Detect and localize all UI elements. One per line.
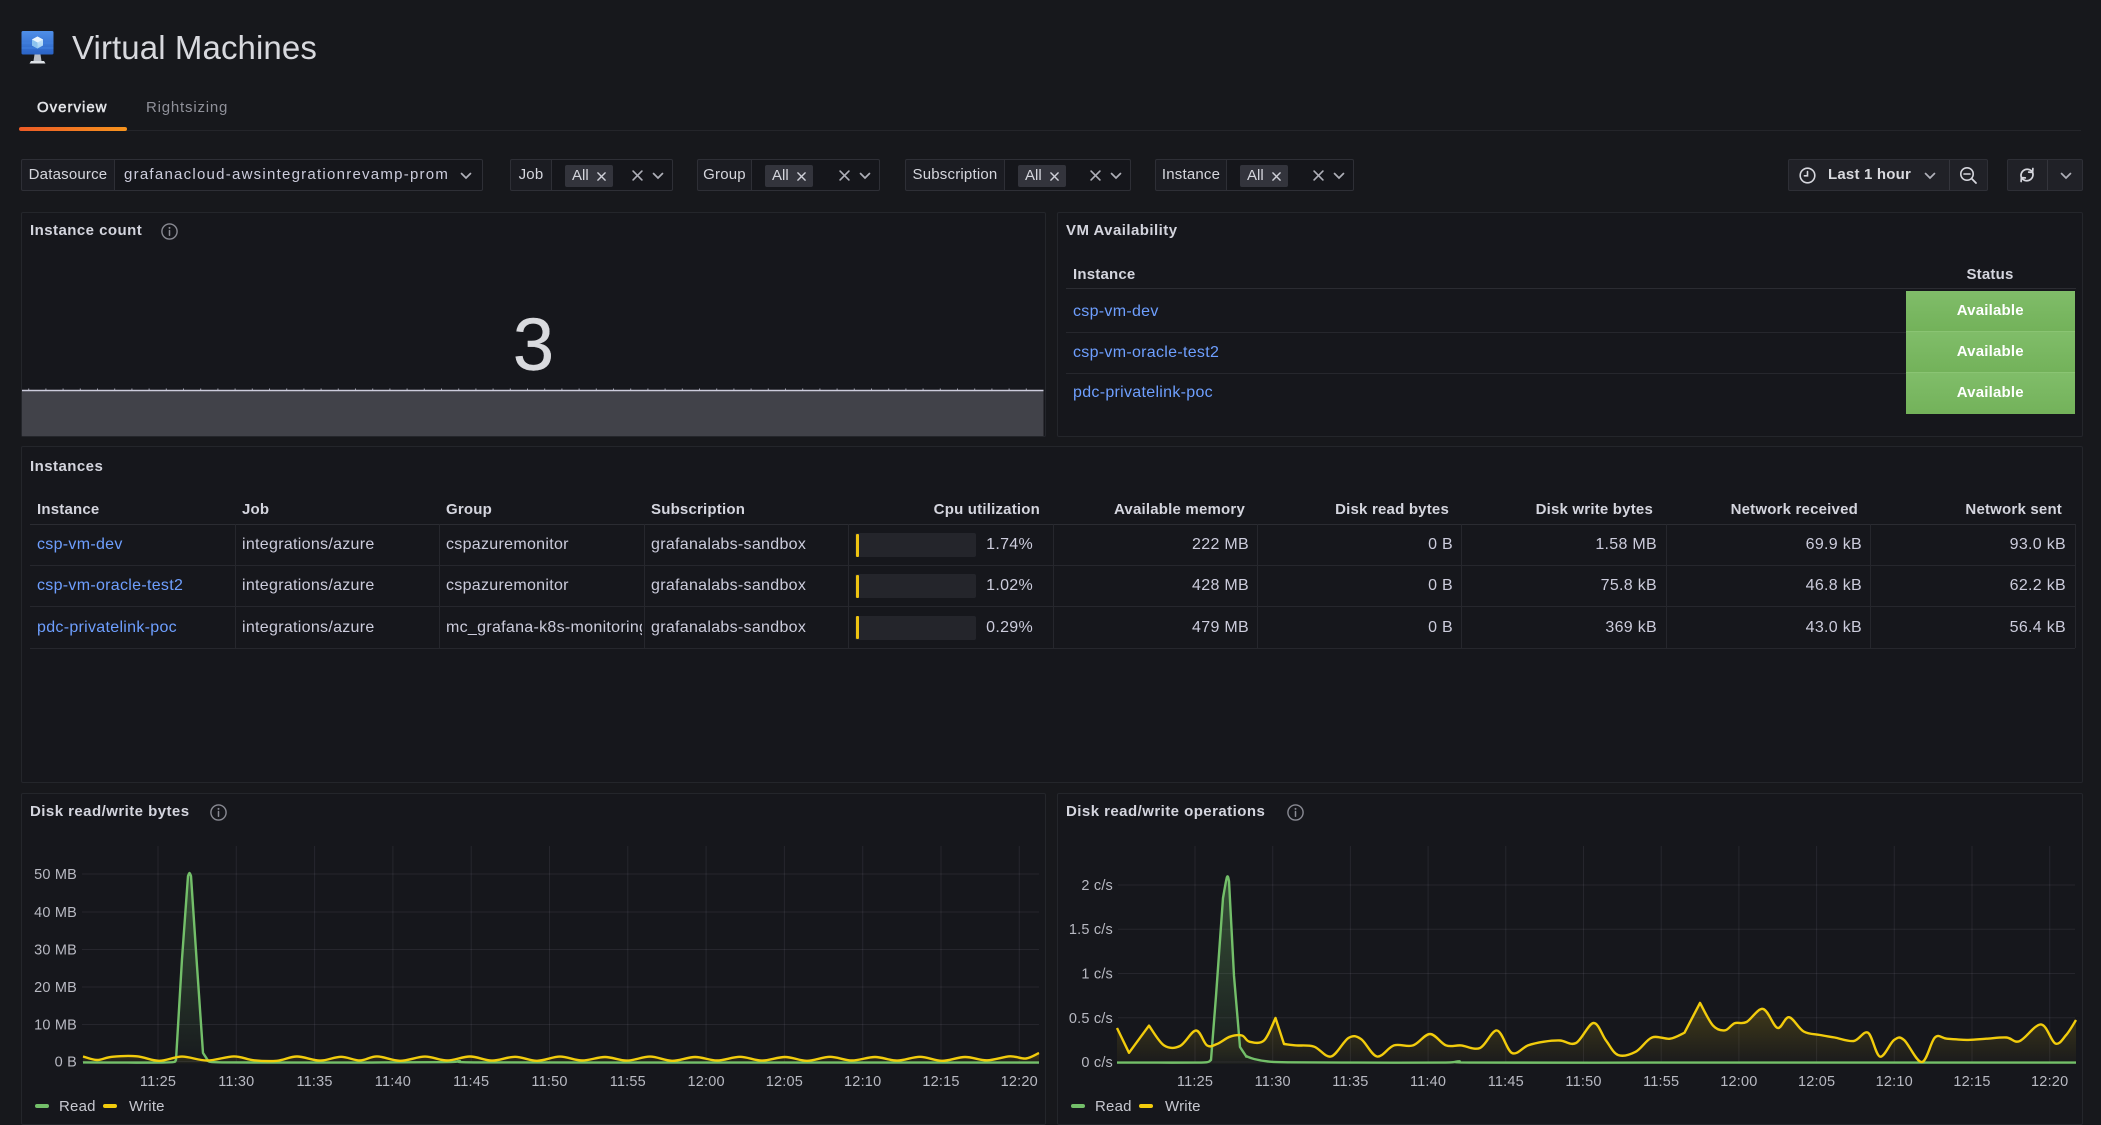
svg-text:12:10: 12:10 (1876, 1074, 1913, 1090)
svg-text:0 c/s: 0 c/s (1081, 1055, 1113, 1071)
svg-text:11:30: 11:30 (218, 1074, 254, 1090)
svg-text:12:15: 12:15 (922, 1074, 959, 1090)
svg-text:11:30: 11:30 (1255, 1074, 1291, 1090)
svg-text:11:40: 11:40 (1410, 1074, 1446, 1090)
svg-text:40 MB: 40 MB (34, 905, 77, 921)
svg-text:30 MB: 30 MB (34, 943, 77, 959)
svg-text:1 c/s: 1 c/s (1081, 967, 1113, 983)
svg-text:Write: Write (1165, 1098, 1201, 1115)
svg-text:10 MB: 10 MB (34, 1018, 77, 1034)
svg-text:12:20: 12:20 (2031, 1074, 2068, 1090)
svg-text:50 MB: 50 MB (34, 867, 77, 883)
svg-text:12:00: 12:00 (687, 1074, 724, 1090)
svg-text:11:50: 11:50 (531, 1074, 567, 1090)
svg-text:11:45: 11:45 (453, 1074, 489, 1090)
svg-text:11:25: 11:25 (1177, 1074, 1213, 1090)
svg-text:11:45: 11:45 (1488, 1074, 1524, 1090)
svg-text:12:05: 12:05 (766, 1074, 803, 1090)
svg-text:Read: Read (59, 1098, 96, 1115)
svg-text:12:15: 12:15 (1953, 1074, 1990, 1090)
svg-text:1.5 c/s: 1.5 c/s (1069, 922, 1113, 938)
svg-text:11:35: 11:35 (1332, 1074, 1368, 1090)
svg-text:0 B: 0 B (55, 1055, 77, 1071)
svg-text:20 MB: 20 MB (34, 980, 77, 996)
svg-text:11:35: 11:35 (296, 1074, 332, 1090)
svg-text:2 c/s: 2 c/s (1081, 878, 1113, 894)
svg-text:11:25: 11:25 (140, 1074, 176, 1090)
svg-text:11:55: 11:55 (610, 1074, 646, 1090)
svg-text:Write: Write (129, 1098, 165, 1115)
svg-text:12:20: 12:20 (1001, 1074, 1038, 1090)
svg-text:11:40: 11:40 (375, 1074, 411, 1090)
svg-text:11:55: 11:55 (1643, 1074, 1679, 1090)
svg-text:12:05: 12:05 (1798, 1074, 1835, 1090)
svg-text:11:50: 11:50 (1565, 1074, 1601, 1090)
svg-text:0.5 c/s: 0.5 c/s (1069, 1011, 1113, 1027)
svg-text:12:00: 12:00 (1720, 1074, 1757, 1090)
svg-text:12:10: 12:10 (844, 1074, 881, 1090)
svg-text:Read: Read (1095, 1098, 1132, 1115)
